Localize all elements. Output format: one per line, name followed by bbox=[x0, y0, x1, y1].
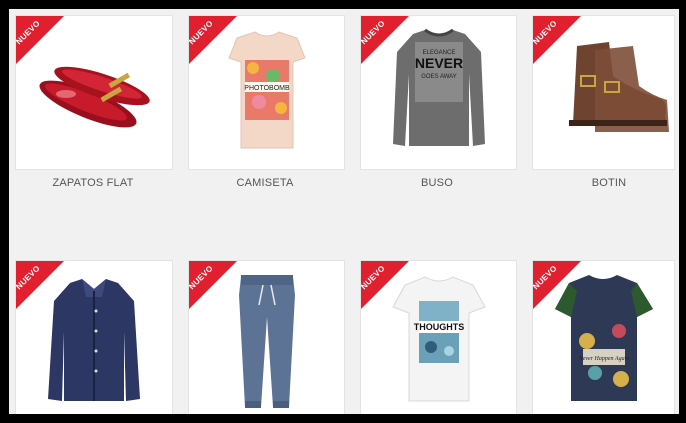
grey-sweatshirt-image: ELEGANCE NEVER GOES AWAY bbox=[393, 28, 485, 146]
print-text: Never Happen Again bbox=[578, 356, 630, 362]
product-card-floral-tee[interactable]: Never Happen Again NUEVO bbox=[532, 260, 675, 414]
product-grid: NUEVO PHOTOBOMB NUEVO ELEGANCE NEVER GOE… bbox=[9, 9, 679, 414]
product-card-joggers[interactable]: NUEVO bbox=[188, 260, 345, 414]
navy-blouse-image bbox=[48, 279, 140, 401]
floral-tshirt-image: PHOTOBOMB bbox=[228, 31, 306, 149]
print-text-bottom: GOES AWAY bbox=[421, 74, 456, 80]
product-name[interactable]: BUSO bbox=[357, 177, 517, 189]
print-text: PHOTOBOMB bbox=[244, 85, 290, 92]
blue-joggers-image bbox=[239, 275, 295, 408]
product-card-zapatos-flat[interactable]: NUEVO bbox=[15, 15, 173, 170]
floral-print-tee-image: Never Happen Again bbox=[555, 275, 653, 401]
red-loafers-image bbox=[39, 66, 150, 128]
product-card-botin[interactable]: NUEVO bbox=[532, 15, 675, 170]
product-name[interactable]: CAMISETA bbox=[185, 177, 345, 189]
product-card-graphic-tee[interactable]: THOUGHTS NUEVO bbox=[360, 260, 517, 414]
brown-ankle-boot-image bbox=[569, 42, 669, 132]
product-name[interactable]: ZAPATOS FLAT bbox=[13, 177, 173, 189]
print-text: THOUGHTS bbox=[414, 322, 465, 332]
product-card-camiseta[interactable]: PHOTOBOMB NUEVO bbox=[188, 15, 345, 170]
white-graphic-tee-image: THOUGHTS bbox=[392, 276, 486, 402]
product-name[interactable]: BOTIN bbox=[529, 177, 679, 189]
product-card-buso[interactable]: ELEGANCE NEVER GOES AWAY NUEVO bbox=[360, 15, 517, 170]
product-card-blouse[interactable]: NUEVO bbox=[15, 260, 173, 414]
print-text-main: NEVER bbox=[415, 55, 463, 71]
